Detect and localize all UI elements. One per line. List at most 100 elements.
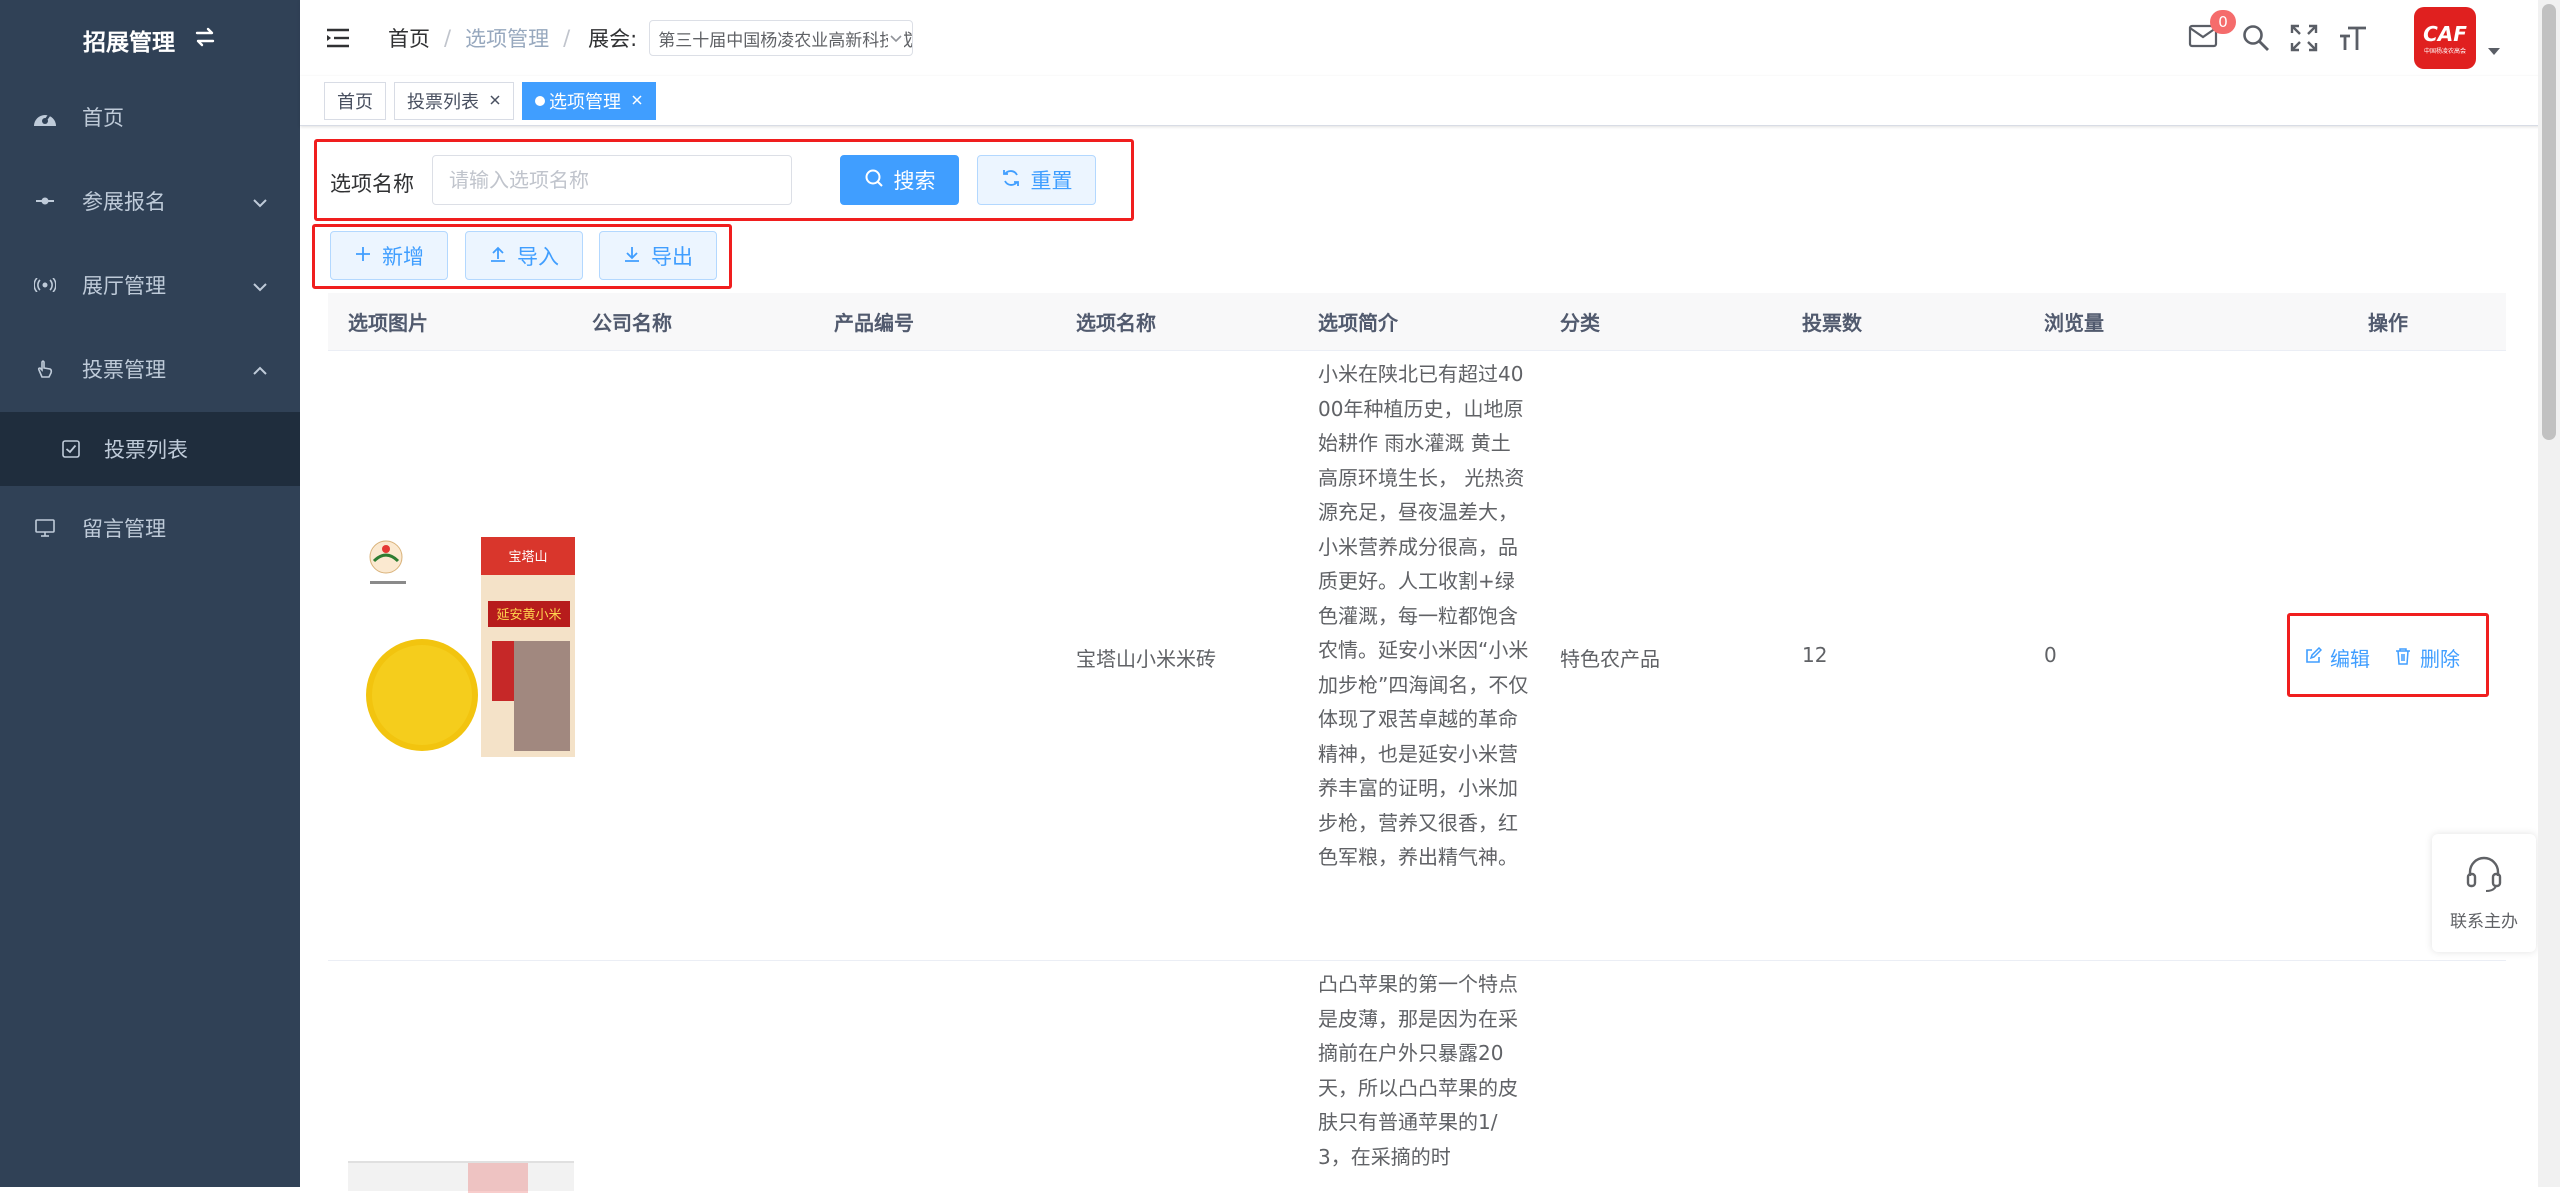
breadcrumb-separator: / [563,26,571,50]
contact-organizer-button[interactable]: 联系主办 [2432,834,2536,952]
download-icon [623,244,641,268]
avatar-logo-text: CAF [2423,21,2467,46]
edit-button[interactable]: 编辑 [2304,643,2370,672]
sidebar-item-registration[interactable]: 参展报名 [0,159,300,243]
sidebar-subitem-vote-list[interactable]: 投票列表 [0,412,300,486]
views-cell: 0 [2044,643,2057,667]
mail-badge: 0 [2210,10,2236,34]
edit-button-label: 编辑 [2330,647,2370,671]
plus-icon [354,244,372,268]
active-dot [535,95,545,106]
reset-button-label: 重置 [1030,169,1073,193]
sidebar-item-label: 首页 [82,106,124,130]
export-button-label: 导出 [651,244,693,269]
trash-icon [2394,646,2412,670]
column-header-name: 选项名称 [1076,311,1156,335]
breadcrumb-home[interactable]: 首页 [388,23,430,53]
import-button[interactable]: 导入 [465,231,583,280]
broadcast-icon [30,278,60,292]
sidebar-header: 招展管理 [0,0,300,80]
chevron-up-icon [252,357,268,381]
monitor-icon [30,519,60,537]
breadcrumb: 首页 / 选项管理 / [388,23,584,53]
column-header-company: 公司名称 [592,311,672,335]
option-name-cell: 宝塔山小米米砖 [1076,647,1216,671]
tag-home[interactable]: 首页 [324,81,386,120]
package-product-label: 延安黄小米 [496,608,561,623]
column-header-votes: 投票数 [1802,311,1862,335]
scrollbar-thumb[interactable] [2542,4,2556,440]
sidebar-item-label: 展厅管理 [82,274,166,298]
refresh-icon [1001,168,1021,193]
registration-icon [30,195,60,207]
reset-button[interactable]: 重置 [977,155,1096,205]
sidebar-item-label: 留言管理 [82,517,166,541]
column-header-description: 选项简介 [1318,311,1398,335]
table-header: 选项图片 公司名称 产品编号 选项名称 选项简介 分类 投票数 浏览量 操作 [328,293,2506,351]
search-button[interactable]: 搜索 [840,155,959,205]
option-table: 选项图片 公司名称 产品编号 选项名称 选项简介 分类 投票数 浏览量 操作 宝… [328,293,2506,1193]
chevron-down-icon [252,273,268,297]
sidebar-item-hall[interactable]: 展厅管理 [0,243,300,327]
hand-pointer-icon [30,359,60,379]
dashboard-icon [30,106,60,128]
mail-button[interactable]: 0 [2188,10,2236,52]
fullscreen-icon[interactable] [2290,24,2318,52]
sidebar-item-messages[interactable]: 留言管理 [0,486,300,570]
column-header-category: 分类 [1560,311,1600,335]
option-name-input[interactable] [432,155,792,205]
tag-label: 选项管理 [549,91,621,113]
option-description-cell: 凸凸苹果的第一个特点是皮薄，那是因为在采摘前在户外只暴露20天，所以凸凸苹果的皮… [1318,972,1518,1169]
tags-view: 首页 投票列表 选项管理 [300,76,2540,126]
delete-button-label: 删除 [2420,647,2460,671]
top-navbar: 首页 / 选项管理 / 展会: 第三十届中国杨凌农业高新科技成果博览会 0 CA… [300,0,2540,76]
edit-icon [2304,646,2323,670]
app-title: 招展管理 [83,30,175,56]
tag-label: 投票列表 [407,91,479,113]
sidebar-item-voting[interactable]: 投票管理 [0,327,300,411]
tag-option-manage[interactable]: 选项管理 [522,81,656,120]
sidebar-subitem-label: 投票列表 [104,438,188,462]
sidebar: 招展管理 首页 参展报名 展厅管理 投票管理 投票列表 留言管理 [0,0,300,1187]
export-button[interactable]: 导出 [599,231,717,280]
tag-label: 首页 [337,91,373,113]
chevron-down-icon [888,30,905,51]
column-header-actions: 操作 [2368,311,2408,335]
table-row: 宝塔山 延安黄小米 宝塔山小米米砖 小米在陕北已有超过4000年种植历史，山地原… [328,351,2506,961]
votes-cell: 12 [1802,643,1828,667]
hamburger-icon[interactable] [326,27,352,49]
close-icon[interactable] [631,90,643,111]
breadcrumb-separator: / [444,26,452,50]
tag-vote-list[interactable]: 投票列表 [394,81,514,120]
option-description-cell: 小米在陕北已有超过4000年种植历史，山地原始耕作 雨水灌溉 黄土高原环境生长，… [1318,362,1529,869]
breadcrumb-current: 选项管理 [465,27,550,51]
search-icon [864,168,884,193]
expo-select[interactable]: 第三十届中国杨凌农业高新科技成果博览会 [649,20,914,56]
contact-label: 联系主办 [2450,912,2518,932]
import-button-label: 导入 [517,244,559,269]
sidebar-item-label: 参展报名 [82,190,166,214]
close-icon[interactable] [489,90,501,111]
delete-button[interactable]: 删除 [2394,643,2460,672]
search-icon[interactable] [2242,24,2270,52]
avatar[interactable]: CAF 中国杨凌农高会 [2414,7,2476,69]
sidebar-item-label: 投票管理 [82,358,166,382]
avatar-logo-subtext: 中国杨凌农高会 [2423,47,2466,55]
page-scrollbar[interactable] [2538,0,2560,1187]
caret-down-icon[interactable] [2488,47,2500,55]
column-header-views: 浏览量 [2044,311,2104,335]
option-name-label: 选项名称 [330,172,414,196]
sidebar-item-home[interactable]: 首页 [0,75,300,159]
add-button[interactable]: 新增 [330,231,448,280]
column-header-image: 选项图片 [348,311,428,335]
product-image: 宝塔山 延安黄小米 [364,531,584,761]
add-button-label: 新增 [382,244,424,269]
navbar-right: 0 CAF 中国杨凌农高会 [2166,0,2500,76]
search-button-label: 搜索 [893,169,936,193]
font-size-icon[interactable] [2338,24,2368,52]
upload-icon [489,244,507,268]
chevron-down-icon [252,189,268,213]
switch-icon[interactable] [193,26,217,54]
expo-select-value: 第三十届中国杨凌农业高新科技成果博览会 [658,30,914,51]
column-header-code: 产品编号 [834,311,914,335]
